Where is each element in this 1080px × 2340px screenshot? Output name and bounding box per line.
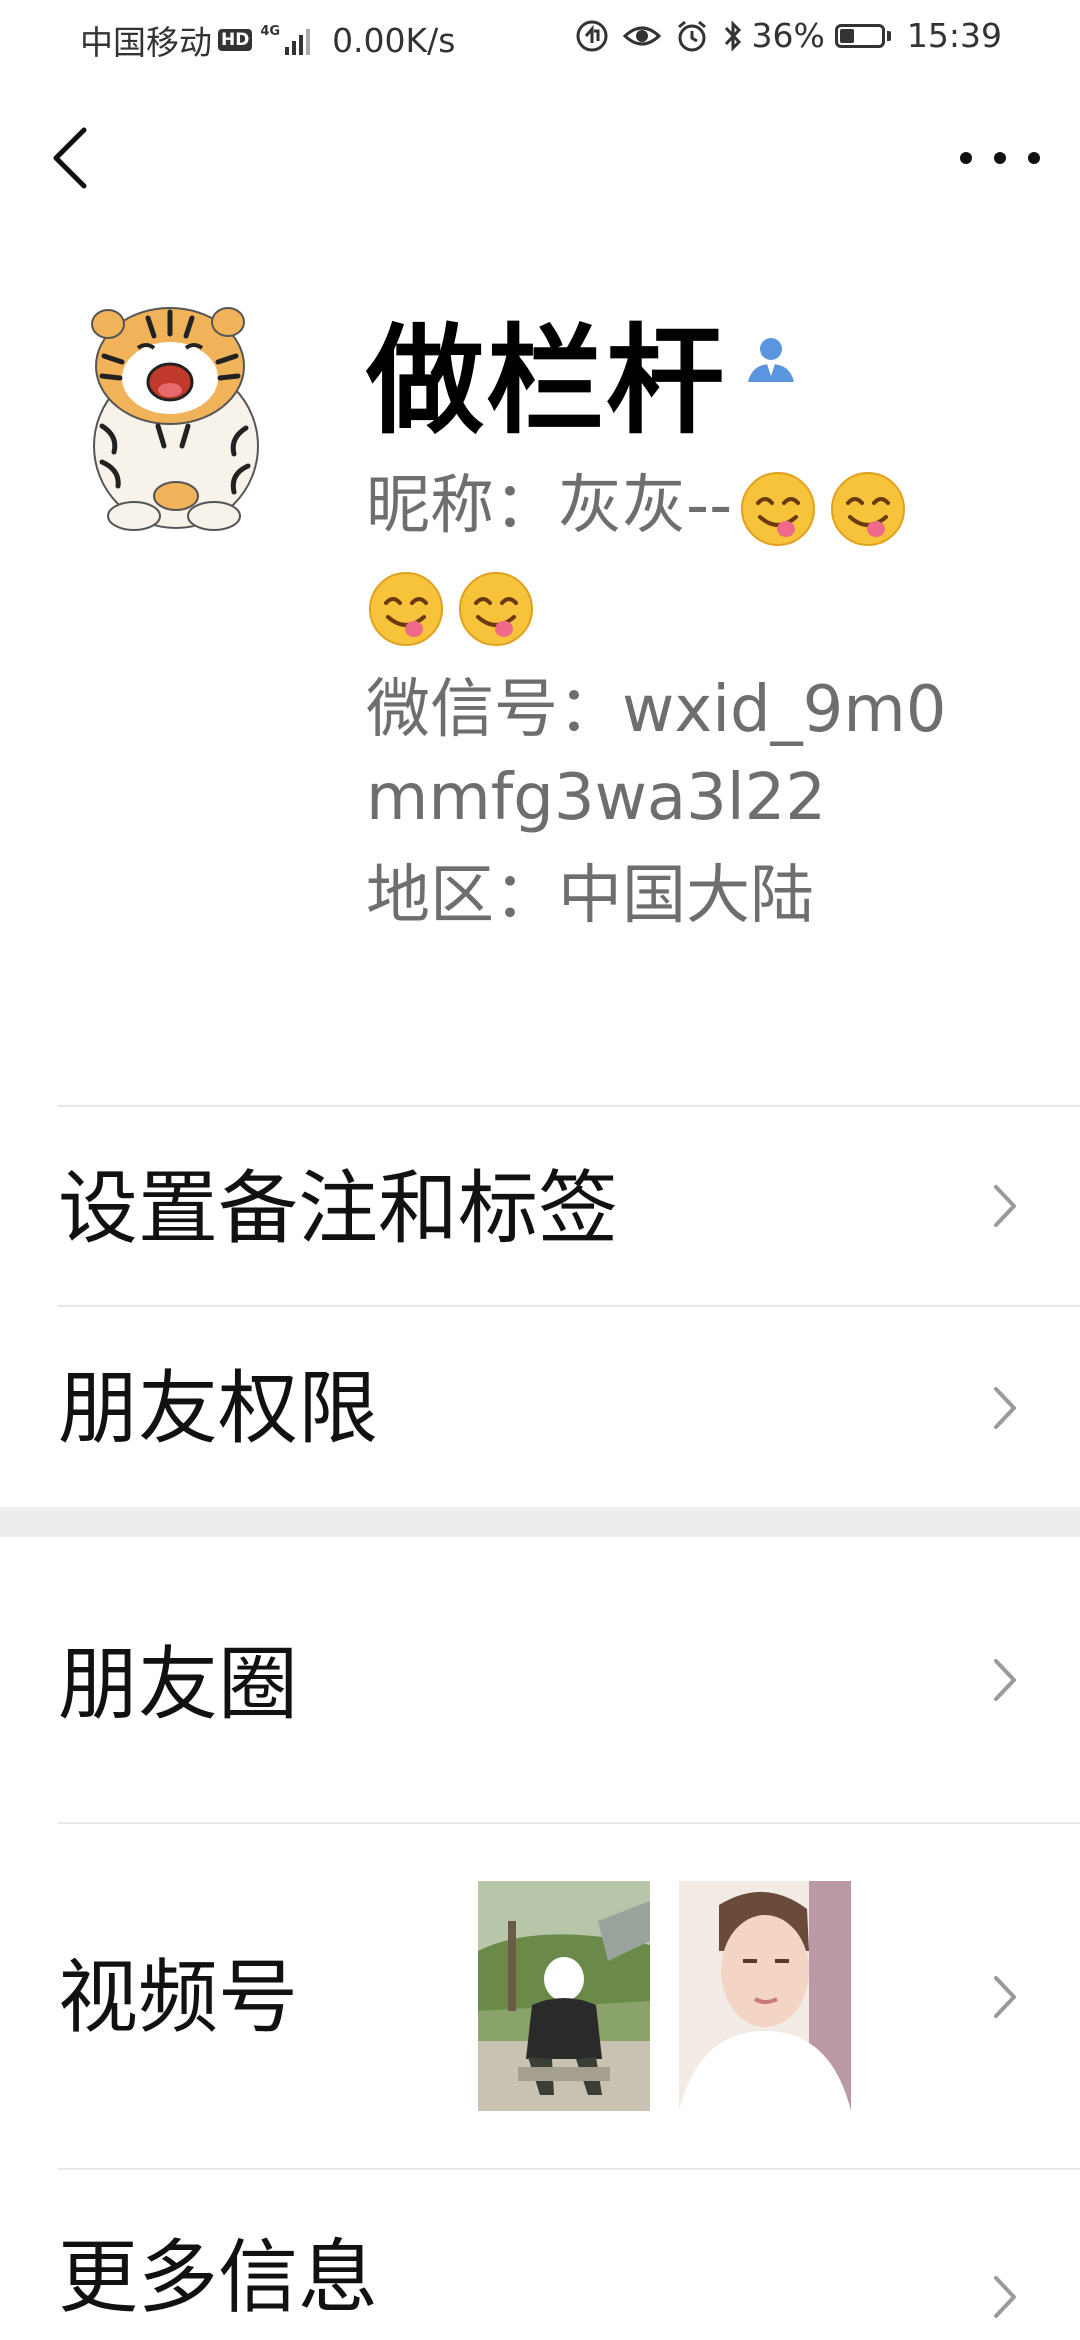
more-icon [960,152,972,164]
friend-permissions-row[interactable]: 朋友权限 [0,1307,1080,1507]
more-button[interactable] [960,130,1040,186]
channels-row[interactable]: 视频号 [0,1824,1080,2168]
profile-info: 做栏杆 昵称：灰灰-- 微信号：wxid_9m0mmfg3wa3l22 地区：中… [366,306,1006,946]
status-left: 中国移动 HD 4G 0.00K/s [80,16,456,64]
nickname-label: 昵称： [366,469,558,543]
smiling-emoji-icon [369,572,443,647]
more-info-row[interactable]: 更多信息 [0,2170,1080,2340]
bluetooth-icon [722,18,744,54]
nickname-line: 昵称：灰灰-- [366,456,1006,656]
avatar[interactable] [58,296,284,536]
name-row: 做栏杆 [366,306,1006,456]
carrier-name: 中国移动 [80,23,212,62]
chevron-right-icon [994,1976,1016,2018]
network-type: 4G [260,24,281,39]
region-line: 地区：中国大陆 [366,846,1006,946]
back-icon [53,127,87,189]
channel-thumbnail[interactable] [478,1881,650,2111]
channel-thumbnail[interactable] [679,1881,851,2111]
status-right: 36% 15:39 [562,16,1002,55]
eye-comfort-icon [622,18,662,54]
region-label: 地区： [366,859,558,933]
alarm-icon [674,18,710,54]
channel-video-image [478,1881,650,2111]
friend-permissions-label: 朋友权限 [58,1362,378,1455]
display-name: 做栏杆 [366,312,727,450]
clock: 15:39 [906,16,1002,55]
back-button[interactable] [46,120,96,196]
section-gap [0,1507,1080,1537]
smiling-emoji-icon [459,572,533,647]
chevron-right-icon [994,1185,1016,1227]
remark-tags-row[interactable]: 设置备注和标签 [0,1107,1080,1305]
chevron-right-icon [994,2276,1016,2318]
contact-icon [744,332,798,390]
wxid-line[interactable]: 微信号：wxid_9m0mmfg3wa3l22 [366,666,1006,842]
tiger-avatar-image [91,307,259,531]
chevron-right-icon [994,1387,1016,1429]
smiling-emoji-icon [831,472,906,547]
battery-percent: 36% [751,16,825,55]
battery-icon [834,23,885,48]
remark-tags-label: 设置备注和标签 [58,1162,618,1255]
moments-row[interactable]: 朋友圈 [0,1537,1080,1822]
battery-fill [839,28,855,43]
network-speed: 0.00K/s [332,20,456,60]
wxid-label: 微信号： [366,673,622,747]
smiling-emoji-icon [741,472,816,547]
chevron-right-icon [994,1659,1016,1701]
nickname-text: 灰灰-- [558,469,733,543]
data-saver-icon [574,18,610,54]
region-value: 中国大陆 [558,859,814,933]
moments-label: 朋友圈 [58,1638,298,1731]
channels-label: 视频号 [58,1951,298,2044]
signal-icon: 4G [260,24,311,55]
status-bar: 中国移动 HD 4G 0.00K/s 36% 15:39 [0,0,1080,76]
more-info-label: 更多信息 [58,2231,378,2324]
hd-badge: HD [218,29,253,51]
channel-video-image [679,1881,851,2111]
